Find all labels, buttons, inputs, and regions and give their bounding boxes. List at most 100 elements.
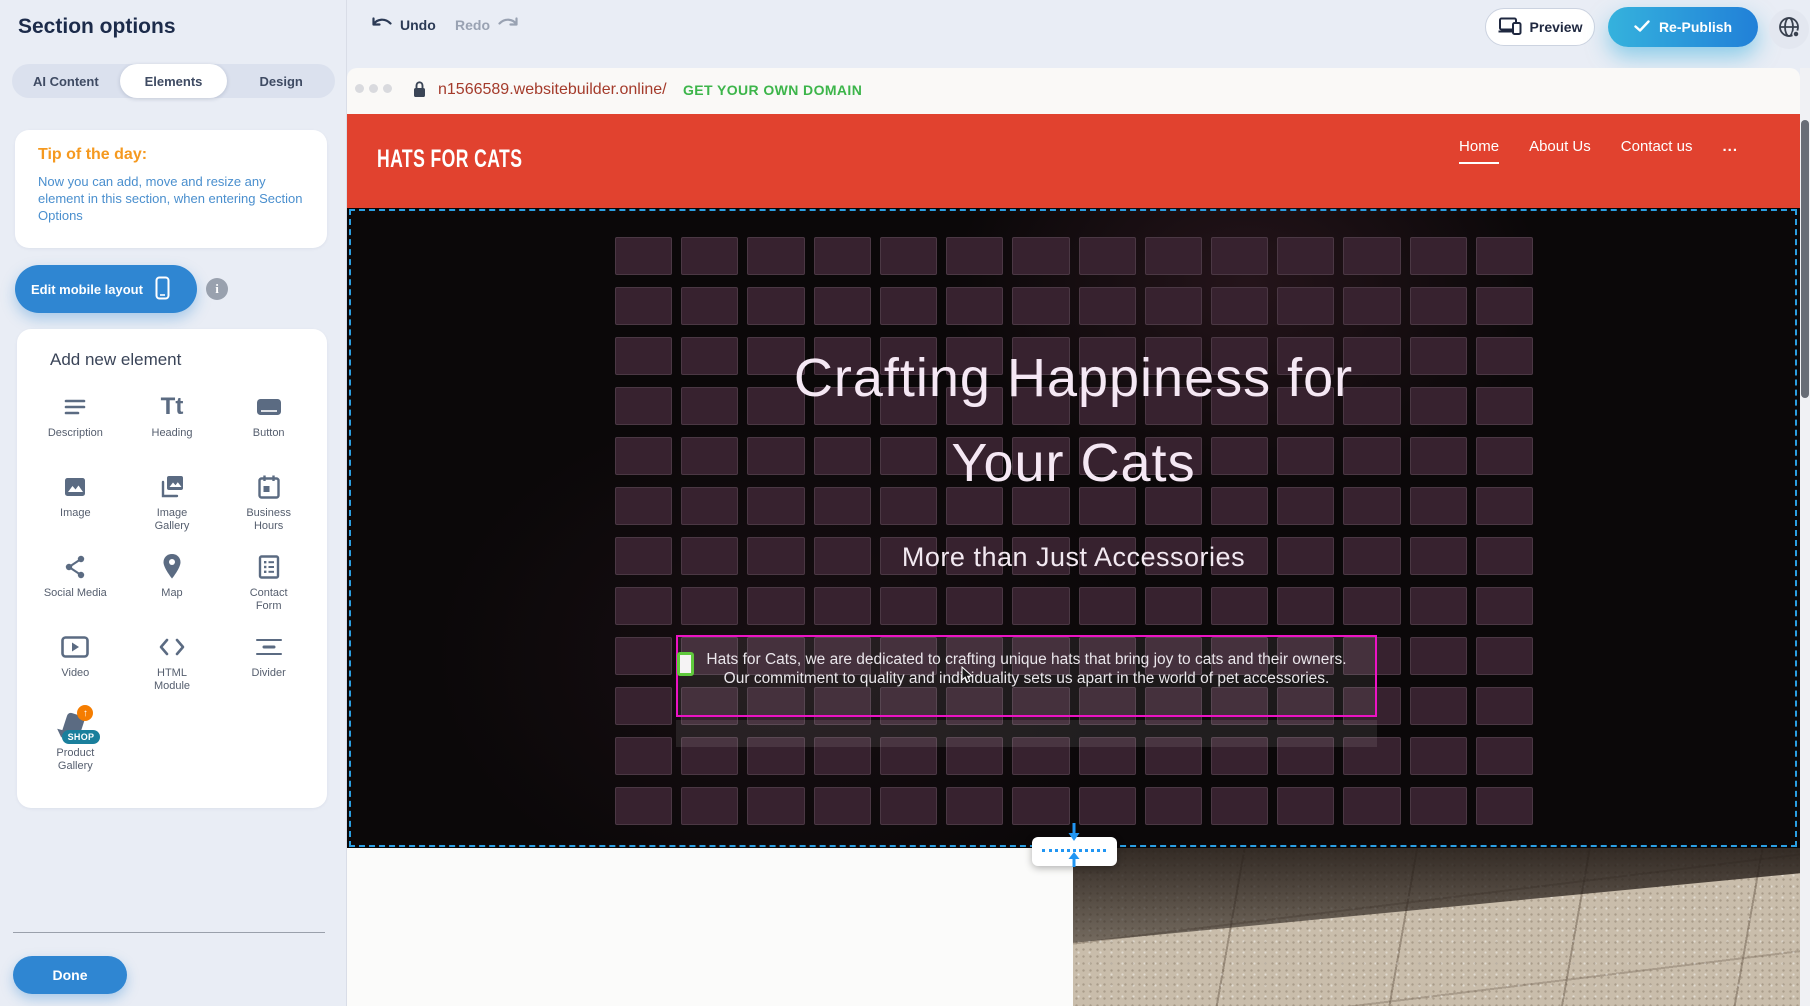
hero-tile <box>1343 287 1400 325</box>
preview-scrollbar-thumb[interactable] <box>1801 120 1809 398</box>
site-url[interactable]: n1566589.websitebuilder.online/ <box>438 81 667 99</box>
hero-tile <box>1476 287 1533 325</box>
hero-tile <box>747 787 804 825</box>
hero-tile <box>615 287 672 325</box>
nav-about-us[interactable]: About Us <box>1529 138 1591 162</box>
section-resize-handle[interactable] <box>1032 837 1117 866</box>
tab-ai-content[interactable]: AI Content <box>12 64 120 98</box>
add-element-social-media[interactable]: Social Media <box>27 542 124 622</box>
redo-icon <box>497 17 519 33</box>
hero-tile <box>1079 287 1136 325</box>
republish-button[interactable]: Re-Publish <box>1608 7 1758 47</box>
add-element-button[interactable]: Button <box>220 382 317 462</box>
button-icon <box>253 392 285 422</box>
hero-tile <box>1410 787 1467 825</box>
add-element-video[interactable]: Video <box>27 622 124 702</box>
preview-scrollbar[interactable] <box>1800 68 1810 1006</box>
code-icon <box>156 632 188 662</box>
add-element-image-gallery[interactable]: Image Gallery <box>124 462 221 542</box>
undo-icon <box>371 17 393 33</box>
hero-tile <box>615 637 672 675</box>
hero-tile <box>814 237 871 275</box>
hero-heading[interactable]: Crafting Happiness for Your Cats <box>347 336 1800 506</box>
drag-ghost-strip <box>676 720 1377 747</box>
description-icon <box>59 392 91 422</box>
hero-tile <box>946 587 1003 625</box>
shop-badge: SHOP <box>62 730 101 744</box>
add-element-image[interactable]: Image <box>27 462 124 542</box>
add-element-description[interactable]: Description <box>27 382 124 462</box>
add-element-map[interactable]: Map <box>124 542 221 622</box>
tab-elements[interactable]: Elements <box>120 64 228 98</box>
hero-tile <box>1277 587 1334 625</box>
hero-tile <box>1476 237 1533 275</box>
hero-tile <box>1079 587 1136 625</box>
browser-dot <box>369 84 378 93</box>
hero-tile <box>615 687 672 725</box>
heading-icon: Tt <box>156 392 188 422</box>
element-label: Description <box>48 427 103 440</box>
lock-icon <box>413 81 426 103</box>
hero-tile <box>747 587 804 625</box>
next-section-floor-image[interactable] <box>1073 848 1800 1006</box>
add-element-product-gallery[interactable]: ↑ SHOP Product Gallery <box>27 702 124 782</box>
phone-icon <box>155 276 170 303</box>
get-domain-link[interactable]: GET YOUR OWN DOMAIN <box>683 82 862 98</box>
hero-subheading[interactable]: More than Just Accessories <box>347 542 1800 573</box>
hero-tile <box>1145 587 1202 625</box>
preview-button[interactable]: Preview <box>1485 8 1595 46</box>
element-drag-handle[interactable] <box>677 652 694 676</box>
arrow-down-icon <box>1066 822 1082 849</box>
hero-heading-line1: Crafting Happiness for <box>347 336 1800 421</box>
hero-tile <box>1343 237 1400 275</box>
add-element-contact-form[interactable]: Contact Form <box>220 542 317 622</box>
hero-tile <box>1211 587 1268 625</box>
hero-tile <box>1410 587 1467 625</box>
hero-section[interactable]: Crafting Happiness for Your Cats More th… <box>347 208 1800 848</box>
add-element-html-module[interactable]: HTML Module <box>124 622 221 702</box>
info-icon[interactable]: i <box>206 278 228 300</box>
hero-tile <box>814 287 871 325</box>
undo-label: Undo <box>400 17 436 33</box>
hero-paragraph-line1: Hats for Cats, we are dedicated to craft… <box>678 650 1375 669</box>
done-button[interactable]: Done <box>13 956 127 994</box>
hero-tile <box>880 287 937 325</box>
hero-tile <box>1410 637 1467 675</box>
hero-tile <box>1079 787 1136 825</box>
hero-tile <box>1277 287 1334 325</box>
nav-more-menu[interactable]: ... <box>1722 138 1738 162</box>
hero-tile <box>747 237 804 275</box>
site-logo[interactable]: HATS FOR CATS <box>377 144 522 173</box>
undo-button[interactable]: Undo <box>371 17 436 33</box>
hero-tile <box>880 787 937 825</box>
hero-tile <box>814 787 871 825</box>
nav-home[interactable]: Home <box>1459 138 1499 164</box>
edit-mobile-layout-button[interactable]: Edit mobile layout <box>15 265 197 313</box>
add-element-heading[interactable]: Tt Heading <box>124 382 221 462</box>
image-gallery-icon <box>156 472 188 502</box>
element-grid: Description Tt Heading Button Ima <box>17 382 327 782</box>
tab-design[interactable]: Design <box>227 64 335 98</box>
add-element-panel: Add new element Description Tt Heading <box>17 329 327 808</box>
divider-icon <box>253 632 285 662</box>
selected-description-element[interactable]: Hats for Cats, we are dedicated to craft… <box>676 635 1377 717</box>
hero-tile <box>946 287 1003 325</box>
video-icon <box>59 632 91 662</box>
redo-button[interactable]: Redo <box>455 17 519 33</box>
sidebar-tabs: AI Content Elements Design <box>12 64 335 98</box>
hero-tile <box>615 237 672 275</box>
site-header[interactable]: HATS FOR CATS Home About Us Contact us .… <box>347 114 1800 208</box>
hero-tile <box>814 587 871 625</box>
hero-tile <box>946 787 1003 825</box>
mouse-cursor <box>961 666 974 689</box>
add-element-divider[interactable]: Divider <box>220 622 317 702</box>
browser-dot <box>355 84 364 93</box>
globe-button[interactable] <box>1769 9 1809 49</box>
hero-tile <box>1211 787 1268 825</box>
add-element-business-hours[interactable]: Business Hours <box>220 462 317 542</box>
hero-tile <box>1476 637 1533 675</box>
next-section-white[interactable] <box>347 848 1073 1006</box>
hero-tile <box>1410 237 1467 275</box>
hero-tile <box>681 787 738 825</box>
nav-contact-us[interactable]: Contact us <box>1621 138 1693 162</box>
